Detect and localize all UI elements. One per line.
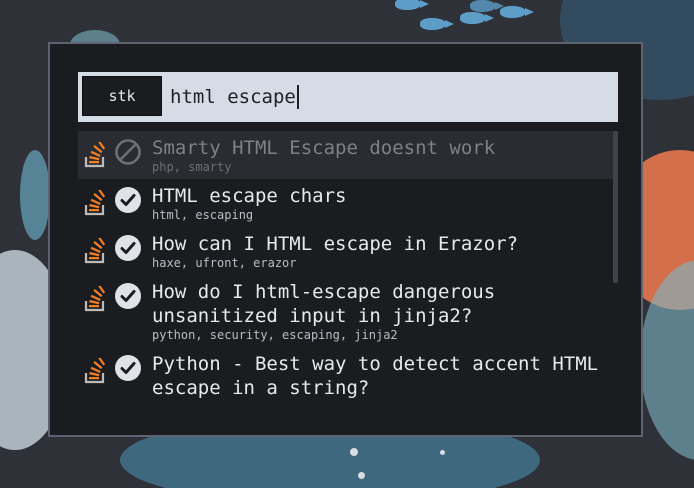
stackoverflow-icon bbox=[84, 358, 106, 384]
check-circle-icon bbox=[115, 283, 141, 309]
scrollbar[interactable] bbox=[613, 131, 618, 283]
result-tags: haxe, ufront, erazor bbox=[152, 256, 297, 270]
result-item-3[interactable]: How can I HTML escape in Erazor? haxe, u… bbox=[78, 227, 618, 275]
search-query-text: html escape bbox=[170, 86, 296, 108]
result-item-5[interactable]: Python - Best way to detect accent HTML … bbox=[78, 347, 618, 405]
launcher-window: stk html escape Smarty HTML Escape doesn… bbox=[48, 42, 643, 437]
stackoverflow-icon bbox=[84, 142, 106, 168]
text-cursor bbox=[296, 85, 299, 109]
stackoverflow-icon bbox=[84, 238, 106, 264]
check-circle-icon bbox=[115, 187, 141, 213]
check-circle-icon bbox=[115, 355, 141, 381]
result-item-1[interactable]: Smarty HTML Escape doesnt work php, smar… bbox=[78, 131, 618, 179]
result-title: Smarty HTML Escape doesnt work bbox=[152, 137, 496, 159]
results-list: Smarty HTML Escape doesnt work php, smar… bbox=[78, 131, 618, 431]
stackoverflow-icon bbox=[84, 190, 106, 216]
result-tags: php, smarty bbox=[152, 160, 232, 174]
result-item-4[interactable]: How do I html-escape dangerous unsanitiz… bbox=[78, 275, 618, 347]
result-tags: html, escaping bbox=[152, 208, 254, 222]
mode-badge[interactable]: stk bbox=[82, 76, 162, 116]
prohibited-icon bbox=[115, 139, 141, 165]
result-tags: python, security, escaping, jinja2 bbox=[152, 328, 398, 342]
result-title: Python - Best way to detect accent HTML … bbox=[152, 353, 610, 399]
check-circle-icon bbox=[115, 235, 141, 261]
search-input[interactable]: html escape bbox=[170, 72, 299, 122]
result-title: How do I html-escape dangerous unsanitiz… bbox=[152, 281, 507, 327]
result-title: How can I HTML escape in Erazor? bbox=[152, 233, 519, 255]
search-bar[interactable]: stk html escape bbox=[78, 72, 618, 122]
result-title: HTML escape chars bbox=[152, 185, 347, 207]
stackoverflow-icon bbox=[84, 286, 106, 312]
result-item-2[interactable]: HTML escape chars html, escaping bbox=[78, 179, 618, 227]
